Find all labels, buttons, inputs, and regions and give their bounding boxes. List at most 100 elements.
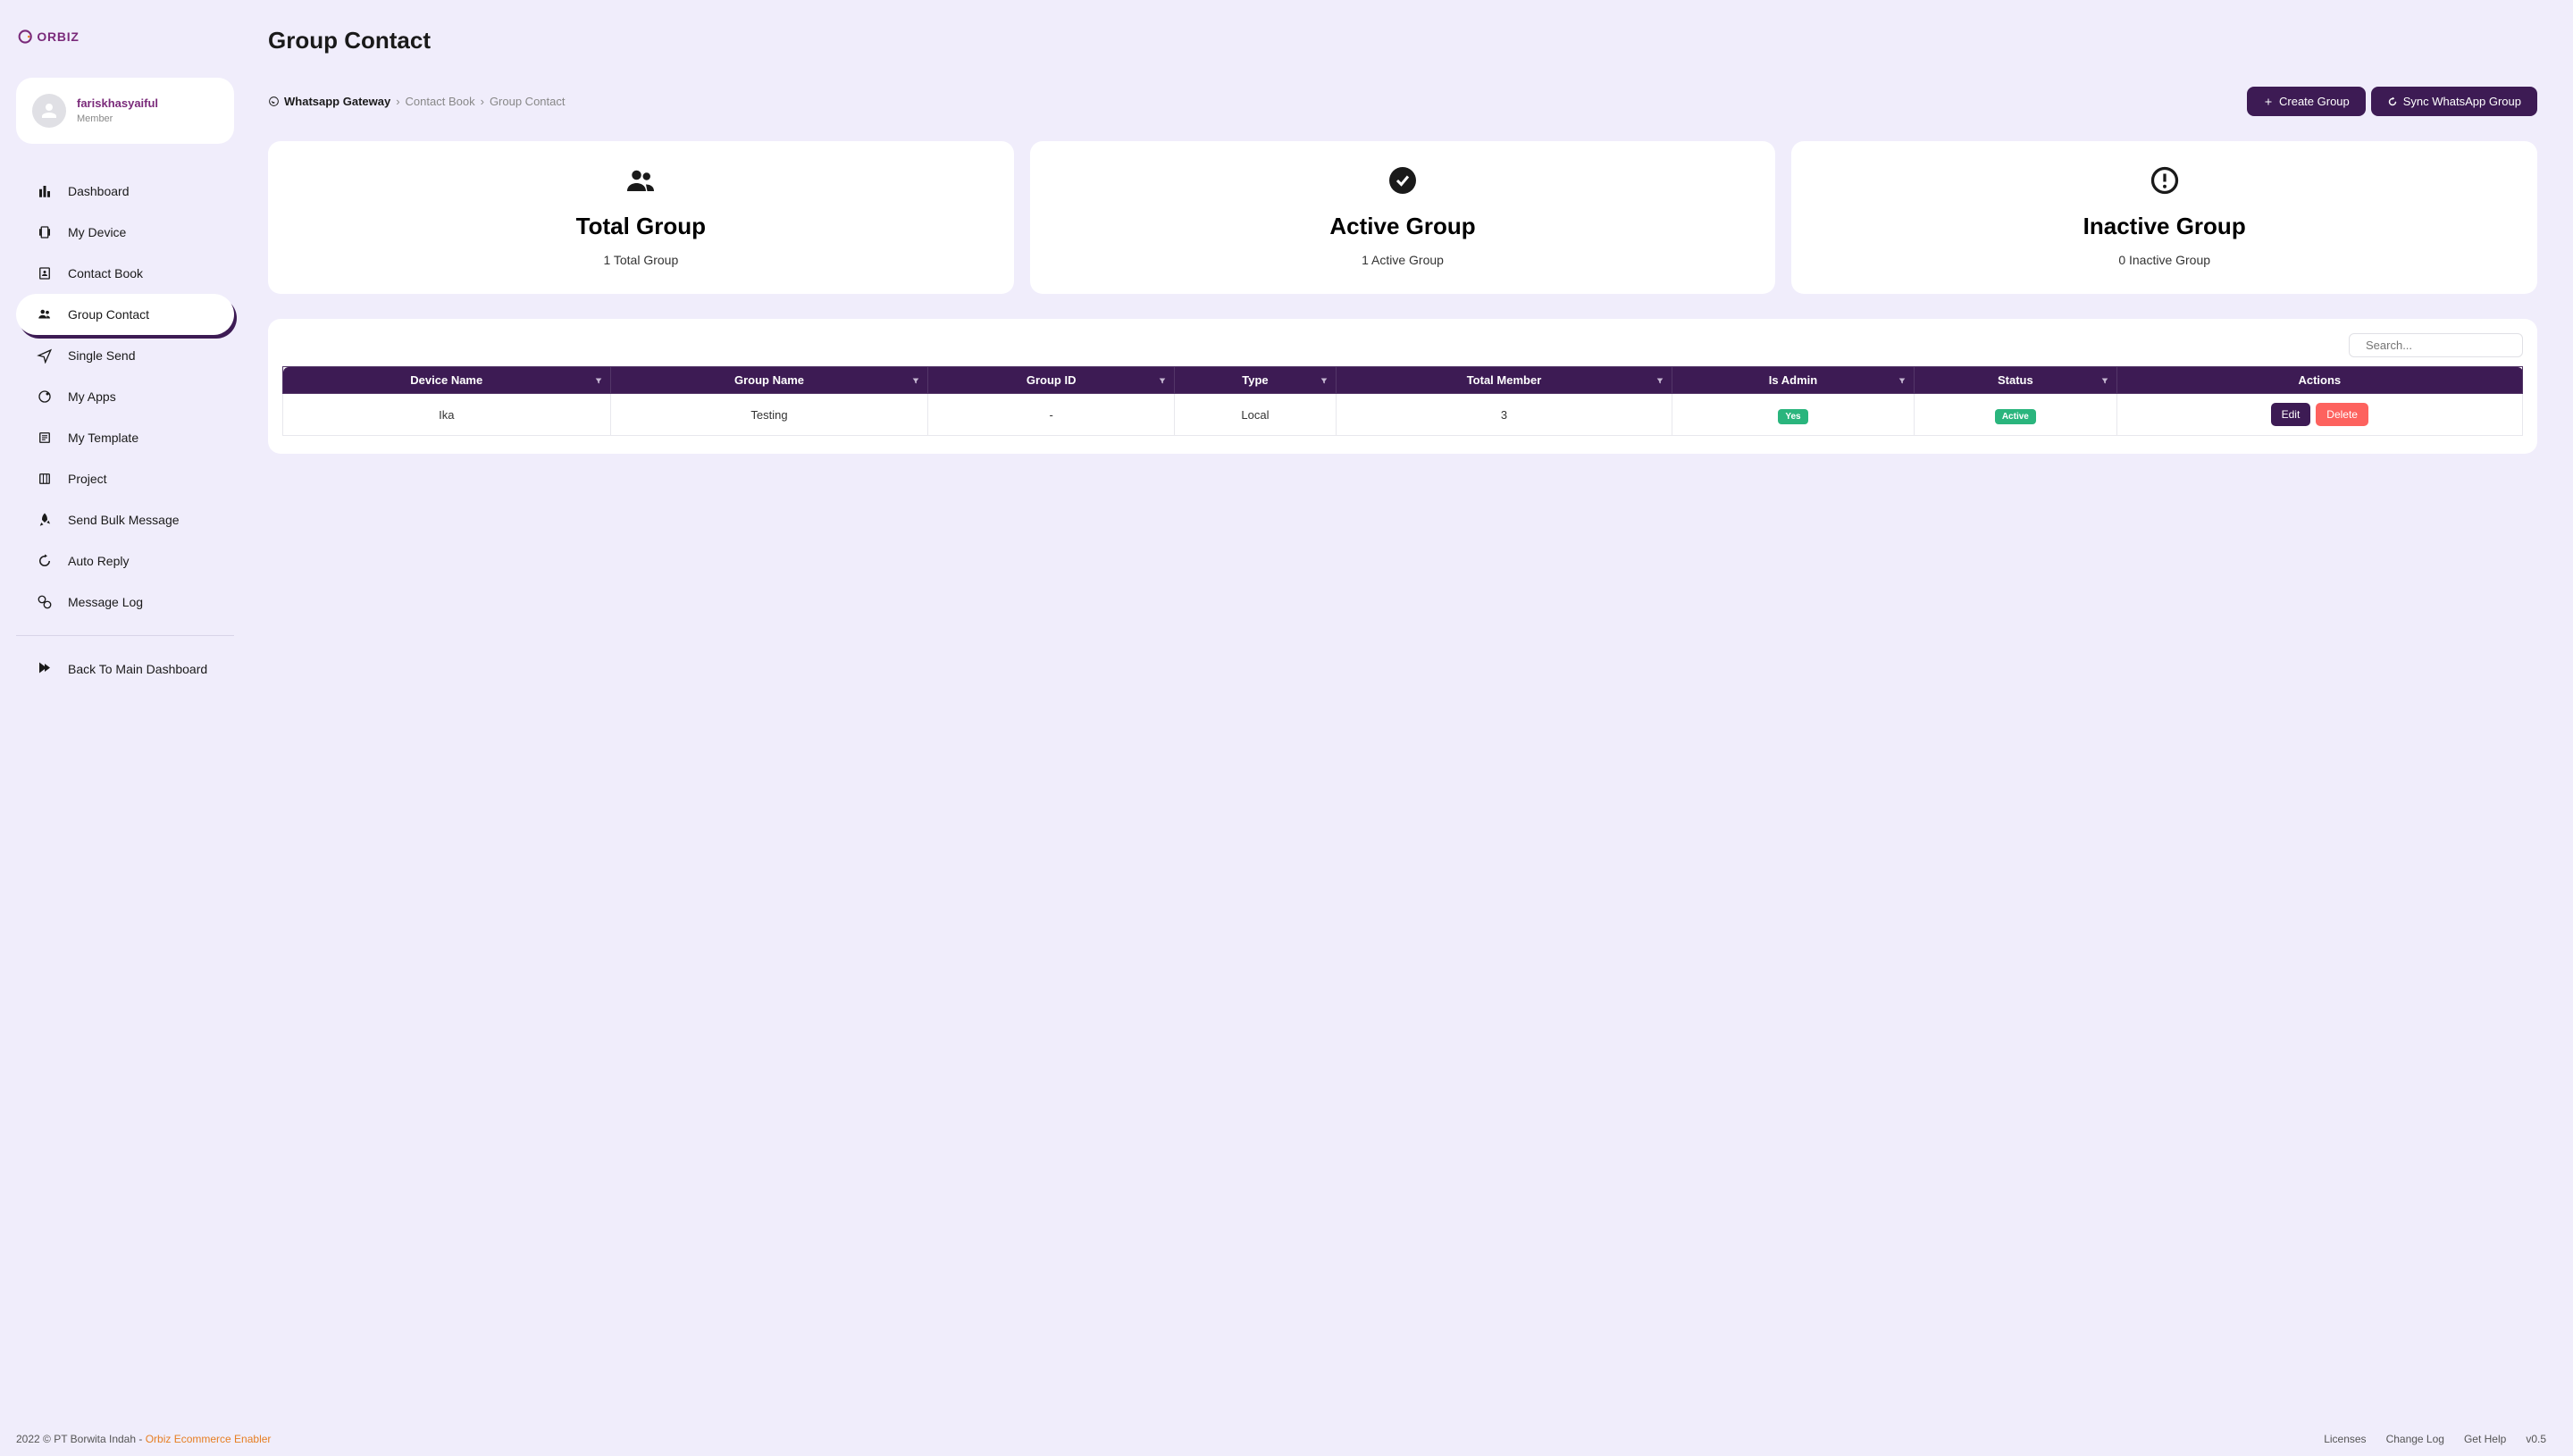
footer-changelog-link[interactable]: Change Log xyxy=(2386,1433,2444,1445)
page-title: Group Contact xyxy=(268,27,2537,54)
check-circle-icon xyxy=(1048,164,1758,197)
sidebar-item-label: Contact Book xyxy=(68,266,143,280)
col-group-name[interactable]: Group Name xyxy=(610,367,928,394)
sidebar-item-project[interactable]: Project xyxy=(16,458,234,499)
whatsapp-icon xyxy=(268,96,280,107)
cell-total-member: 3 xyxy=(1337,394,1672,436)
plus-icon xyxy=(2263,96,2274,107)
users-icon xyxy=(286,164,996,197)
breadcrumb-root[interactable]: Whatsapp Gateway xyxy=(268,95,390,108)
filter-icon xyxy=(1158,376,1167,385)
breadcrumb-current: Group Contact xyxy=(490,95,566,108)
breadcrumb-separator: › xyxy=(396,95,399,108)
sidebar-item-back[interactable]: Back To Main Dashboard xyxy=(16,649,234,690)
device-icon xyxy=(36,223,54,241)
group-contact-icon xyxy=(36,305,54,323)
sync-whatsapp-button[interactable]: Sync WhatsApp Group xyxy=(2371,87,2537,116)
message-log-icon xyxy=(36,593,54,611)
col-actions: Actions xyxy=(2116,367,2522,394)
sidebar-item-label: Back To Main Dashboard xyxy=(68,662,207,676)
contact-book-icon xyxy=(36,264,54,282)
data-table: Device Name Group Name Group ID Type Tot… xyxy=(282,366,2523,436)
sidebar-item-label: Send Bulk Message xyxy=(68,513,180,527)
filter-icon xyxy=(594,376,603,385)
stat-card-active: Active Group 1 Active Group xyxy=(1030,141,1776,294)
sidebar-item-contact-book[interactable]: Contact Book xyxy=(16,253,234,294)
sidebar-item-label: Message Log xyxy=(68,595,143,609)
stat-title: Total Group xyxy=(286,213,996,240)
dashboard-icon xyxy=(36,182,54,200)
sidebar-item-label: Auto Reply xyxy=(68,554,129,568)
sidebar-item-label: My Apps xyxy=(68,389,116,404)
col-is-admin[interactable]: Is Admin xyxy=(1672,367,1914,394)
sidebar-item-label: Dashboard xyxy=(68,184,130,198)
sidebar-item-my-device[interactable]: My Device xyxy=(16,212,234,253)
footer-brand-link[interactable]: Orbiz Ecommerce Enabler xyxy=(146,1433,272,1445)
stat-card-inactive: Inactive Group 0 Inactive Group xyxy=(1791,141,2537,294)
sidebar-item-message-log[interactable]: Message Log xyxy=(16,582,234,623)
sidebar-item-label: Single Send xyxy=(68,348,136,363)
breadcrumb-mid[interactable]: Contact Book xyxy=(406,95,475,108)
cell-group-id: - xyxy=(928,394,1174,436)
footer-version: v0.5 xyxy=(2526,1433,2546,1445)
rocket-icon xyxy=(36,511,54,529)
sidebar-item-label: Group Contact xyxy=(68,307,149,322)
filter-icon xyxy=(2100,376,2109,385)
breadcrumb-separator: › xyxy=(481,95,484,108)
col-group-id[interactable]: Group ID xyxy=(928,367,1174,394)
template-icon xyxy=(36,429,54,447)
sidebar-item-label: My Template xyxy=(68,431,138,445)
project-icon xyxy=(36,470,54,488)
cell-status: Active xyxy=(1915,394,2117,436)
footer-help-link[interactable]: Get Help xyxy=(2464,1433,2506,1445)
stat-card-total: Total Group 1 Total Group xyxy=(268,141,1014,294)
cell-group-name: Testing xyxy=(610,394,928,436)
refresh-icon xyxy=(2387,96,2398,107)
filter-icon xyxy=(911,376,920,385)
edit-button[interactable]: Edit xyxy=(2271,403,2311,426)
sidebar-item-auto-reply[interactable]: Auto Reply xyxy=(16,540,234,582)
stat-sub: 0 Inactive Group xyxy=(1809,253,2519,267)
profile-name: fariskhasyaiful xyxy=(77,96,158,110)
delete-button[interactable]: Delete xyxy=(2316,403,2368,426)
apps-icon xyxy=(36,388,54,406)
cell-device-name: Ika xyxy=(283,394,611,436)
stat-title: Active Group xyxy=(1048,213,1758,240)
alert-circle-icon xyxy=(1809,164,2519,197)
profile-card[interactable]: fariskhasyaiful Member xyxy=(16,78,234,144)
filter-icon xyxy=(1898,376,1907,385)
search-box[interactable] xyxy=(2349,333,2523,357)
nav-divider xyxy=(16,635,234,636)
cell-actions: Edit Delete xyxy=(2116,394,2522,436)
stat-sub: 1 Total Group xyxy=(286,253,996,267)
sidebar-item-group-contact[interactable]: Group Contact xyxy=(16,294,234,335)
sidebar-item-my-apps[interactable]: My Apps xyxy=(16,376,234,417)
sidebar-item-single-send[interactable]: Single Send xyxy=(16,335,234,376)
sidebar-item-my-template[interactable]: My Template xyxy=(16,417,234,458)
back-icon xyxy=(36,660,54,678)
breadcrumb: Whatsapp Gateway › Contact Book › Group … xyxy=(268,95,565,108)
sidebar-item-dashboard[interactable]: Dashboard xyxy=(16,171,234,212)
stat-sub: 1 Active Group xyxy=(1048,253,1758,267)
search-input[interactable] xyxy=(2366,339,2523,352)
col-total-member[interactable]: Total Member xyxy=(1337,367,1672,394)
col-status[interactable]: Status xyxy=(1915,367,2117,394)
col-type[interactable]: Type xyxy=(1174,367,1336,394)
sidebar-item-label: Project xyxy=(68,472,107,486)
filter-icon xyxy=(1320,376,1328,385)
create-group-button[interactable]: Create Group xyxy=(2247,87,2366,116)
footer: 2022 © PT Borwita Indah - Orbiz Ecommerc… xyxy=(0,1422,2573,1456)
table-card: Device Name Group Name Group ID Type Tot… xyxy=(268,319,2537,454)
avatar xyxy=(32,94,66,128)
logo[interactable]: ORBIZ xyxy=(16,27,234,78)
sidebar-item-send-bulk[interactable]: Send Bulk Message xyxy=(16,499,234,540)
cell-type: Local xyxy=(1174,394,1336,436)
footer-copyright: 2022 © PT Borwita Indah - xyxy=(16,1433,146,1445)
sidebar-item-label: My Device xyxy=(68,225,126,239)
footer-licenses-link[interactable]: Licenses xyxy=(2324,1433,2366,1445)
svg-text:ORBIZ: ORBIZ xyxy=(37,29,79,44)
single-send-icon xyxy=(36,347,54,364)
filter-icon xyxy=(1655,376,1664,385)
col-device-name[interactable]: Device Name xyxy=(283,367,611,394)
cell-is-admin: Yes xyxy=(1672,394,1914,436)
